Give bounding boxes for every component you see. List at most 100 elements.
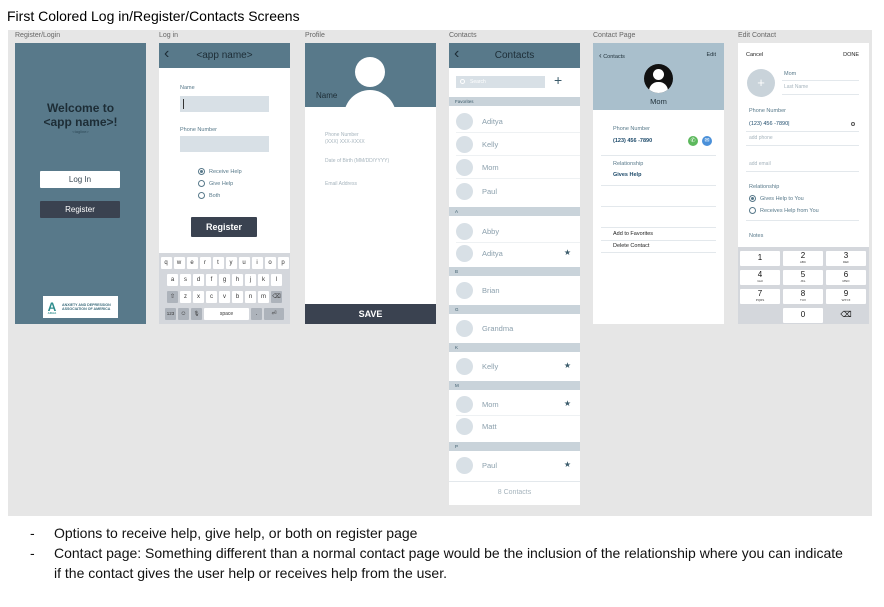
key[interactable]: t <box>212 257 224 269</box>
add-to-favorites-button[interactable]: Add to Favorites <box>613 231 653 237</box>
key[interactable]: g <box>219 274 230 286</box>
favorite-star-icon[interactable]: ★ <box>564 399 571 408</box>
key[interactable]: l <box>271 274 282 286</box>
add-phone-input[interactable]: add phone <box>749 135 773 141</box>
radio-receive-help[interactable]: Receive Help <box>198 168 242 175</box>
space-key[interactable]: space <box>204 308 249 320</box>
numpad-key[interactable]: 5 JKL <box>783 270 823 285</box>
register-button[interactable]: Register <box>191 217 257 237</box>
add-contact-icon[interactable]: + <box>554 73 562 87</box>
shift-key-icon[interactable]: ⇧ <box>167 291 178 303</box>
favorite-star-icon[interactable]: ★ <box>564 460 571 469</box>
numpad-key[interactable]: 6 MNO <box>826 270 866 285</box>
clear-field-icon[interactable] <box>851 122 855 126</box>
numpad-key[interactable]: 3 DEF <box>826 251 866 266</box>
key[interactable]: a <box>167 274 178 286</box>
numpad-key[interactable]: 7 PQRS <box>740 289 780 304</box>
register-button[interactable]: Register <box>40 201 120 218</box>
contact-row[interactable]: Abby <box>449 220 580 243</box>
delete-key-icon[interactable]: ⌫ <box>271 291 282 303</box>
call-icon[interactable]: ✆ <box>688 136 698 146</box>
key[interactable]: x <box>193 291 204 303</box>
cancel-button[interactable]: Cancel <box>746 52 763 58</box>
radio-give-help[interactable]: Give Help <box>198 180 233 187</box>
favorite-star-icon[interactable]: ★ <box>564 361 571 370</box>
key[interactable]: i <box>251 257 263 269</box>
contact-row[interactable]: Grandma <box>449 317 580 340</box>
numbers-key[interactable]: 123 <box>165 308 176 320</box>
contact-row[interactable]: Kelly <box>449 133 580 156</box>
key[interactable]: f <box>206 274 217 286</box>
numpad-key[interactable]: 0 <box>783 308 823 323</box>
key[interactable]: h <box>232 274 243 286</box>
return-key-icon[interactable]: ⏎ <box>264 308 284 320</box>
section-header: K <box>449 343 580 352</box>
key[interactable]: v <box>219 291 230 303</box>
key[interactable]: d <box>193 274 204 286</box>
key[interactable]: c <box>206 291 217 303</box>
key[interactable]: q <box>160 257 172 269</box>
key-digit: 4 <box>757 270 763 279</box>
search-input[interactable]: Search <box>456 76 545 88</box>
contact-row[interactable]: Aditya <box>449 110 580 133</box>
key[interactable]: r <box>199 257 211 269</box>
phone-number[interactable]: (123) 456 -7890 <box>613 138 652 144</box>
section-header: Favorites <box>449 97 580 106</box>
radio-receives-help[interactable]: Receives Help from You <box>749 207 819 214</box>
delete-contact-button[interactable]: Delete Contact <box>613 243 649 249</box>
key[interactable]: k <box>258 274 269 286</box>
edit-button[interactable]: Edit <box>707 52 716 58</box>
profile-avatar-head-icon[interactable] <box>355 57 385 87</box>
emoji-key-icon[interactable]: ☺ <box>178 308 189 320</box>
radio-both[interactable]: Both <box>198 192 220 199</box>
divider <box>746 171 859 172</box>
contact-row[interactable]: Aditya ★ <box>449 242 580 265</box>
key[interactable]: b <box>232 291 243 303</box>
notes-input[interactable]: Notes <box>749 233 763 239</box>
add-email-input[interactable]: add email <box>749 161 771 167</box>
first-name-input[interactable]: Mom <box>784 71 796 77</box>
numpad-key[interactable]: 8 TUV <box>783 289 823 304</box>
name-input[interactable] <box>180 96 269 112</box>
contact-row[interactable]: Mom <box>449 156 580 179</box>
contact-row[interactable]: Paul <box>449 180 580 203</box>
key[interactable]: j <box>245 274 256 286</box>
done-button[interactable]: DONE <box>843 52 859 58</box>
period-key[interactable]: . <box>251 308 262 320</box>
key[interactable]: e <box>186 257 198 269</box>
radio-gives-help[interactable]: Gives Help to You <box>749 195 804 202</box>
contact-row[interactable]: Paul ★ <box>449 454 580 477</box>
last-name-input[interactable]: Last Name <box>784 84 808 90</box>
key[interactable]: n <box>245 291 256 303</box>
dob-input[interactable]: Date of Birth (MM/DD/YYYY) <box>325 158 389 164</box>
numpad-key[interactable]: 4 GHI <box>740 270 780 285</box>
backspace-icon[interactable]: ⌫ <box>826 308 866 323</box>
favorite-star-icon[interactable]: ★ <box>564 248 571 257</box>
contact-row[interactable]: Mom ★ <box>449 393 580 416</box>
message-icon[interactable]: ✉ <box>702 136 712 146</box>
save-button[interactable]: SAVE <box>305 304 436 324</box>
contact-row[interactable]: Matt <box>449 415 580 438</box>
key[interactable]: y <box>225 257 237 269</box>
contact-row[interactable]: Kelly ★ <box>449 355 580 378</box>
phone-input[interactable]: (123) 456 -7890| <box>749 121 790 127</box>
numpad-key[interactable]: 9 WXYZ <box>826 289 866 304</box>
add-photo-icon[interactable]: + <box>747 69 775 97</box>
key[interactable]: m <box>258 291 269 303</box>
numpad-key[interactable]: 1 <box>740 251 780 266</box>
contact-row[interactable]: Brian <box>449 279 580 302</box>
key[interactable]: u <box>238 257 250 269</box>
key[interactable]: z <box>180 291 191 303</box>
email-input[interactable]: Email Address <box>325 181 357 187</box>
key[interactable]: s <box>180 274 191 286</box>
phone-input[interactable] <box>180 136 269 152</box>
login-button[interactable]: Log In <box>40 171 120 188</box>
key[interactable]: w <box>173 257 185 269</box>
microphone-key-icon[interactable]: 🎙 <box>191 308 202 320</box>
key[interactable]: p <box>277 257 289 269</box>
phone-number-input[interactable]: (XXX) XXX-XXXX <box>325 139 365 145</box>
divider <box>601 206 716 207</box>
numpad-key[interactable]: 2 ABC <box>783 251 823 266</box>
key[interactable]: o <box>264 257 276 269</box>
back-to-contacts-link[interactable]: ‹ Contacts <box>599 51 625 60</box>
